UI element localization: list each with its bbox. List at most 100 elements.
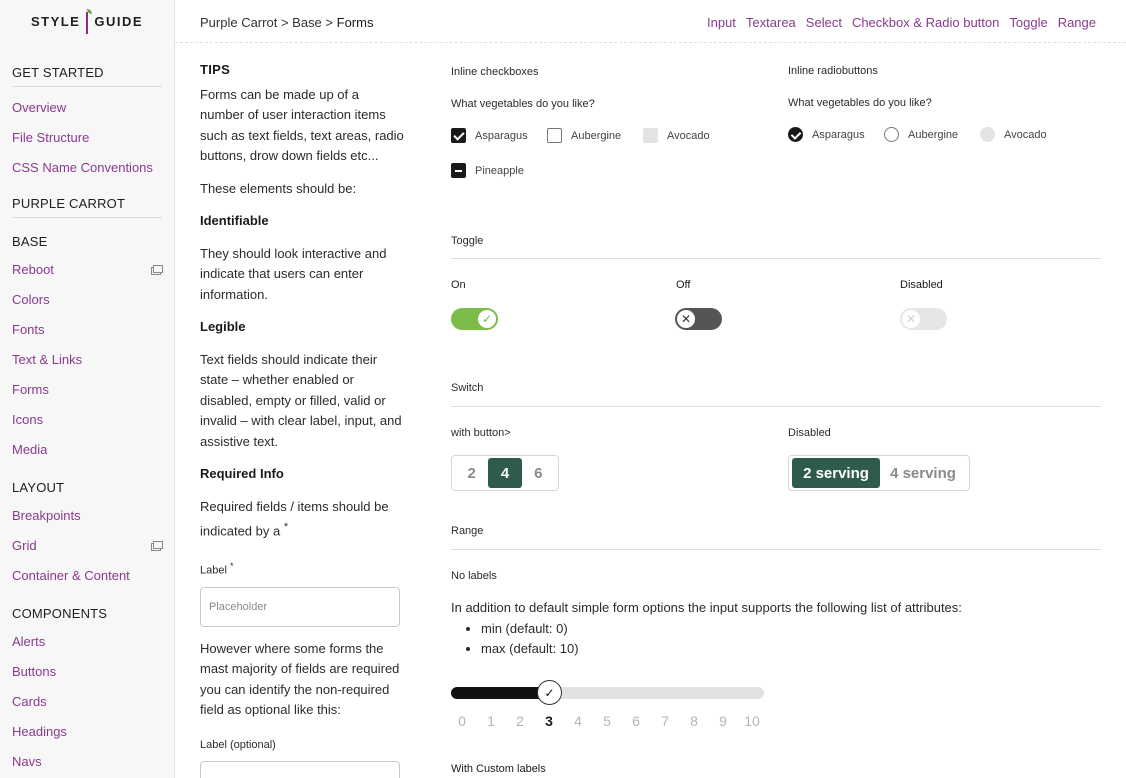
checkbox-disabled-icon xyxy=(643,128,658,143)
switch-with-button-label: with button> xyxy=(451,427,511,439)
switch-serving-disabled: 2 serving 4 serving xyxy=(788,455,970,491)
toggle-title: Toggle xyxy=(451,235,484,247)
sidebar-item-css-name-conventions[interactable]: CSS Name Conventions xyxy=(12,160,162,175)
range-custom-labels: With Custom labels xyxy=(451,763,546,775)
radios-question: What vegetables do you like? xyxy=(788,97,932,109)
switch-option-4[interactable]: 4 xyxy=(488,458,522,488)
range-thumb[interactable]: ✓ xyxy=(537,680,562,705)
range-tick-label: 4 xyxy=(574,713,582,729)
link-toggle[interactable]: Toggle xyxy=(1009,15,1047,30)
switch-option-6[interactable]: 6 xyxy=(522,458,555,488)
toggle-off-label: Off xyxy=(676,279,691,291)
sidebar-item-grid[interactable]: Grid xyxy=(12,538,163,553)
switch-option-2[interactable]: 2 xyxy=(455,458,488,488)
range-fill xyxy=(451,687,549,699)
tips-intro: Forms can be made up of a number of user… xyxy=(200,86,404,164)
tips-should-be: These elements should be: xyxy=(200,180,357,196)
range-tick-label: 5 xyxy=(603,713,611,729)
close-icon: ✕ xyxy=(902,310,920,328)
switch-numbers: 2 4 6 xyxy=(451,455,559,491)
link-textarea[interactable]: Textarea xyxy=(746,15,796,30)
text-input-optional[interactable] xyxy=(200,761,400,778)
range-title: Range xyxy=(451,525,484,537)
tips-title: TIPS xyxy=(200,62,231,77)
link-checkbox-radio[interactable]: Checkbox & Radio button xyxy=(852,15,999,30)
breadcrumb-separator: > xyxy=(325,15,334,30)
sidebar-item-overview[interactable]: Overview xyxy=(12,100,162,115)
sidebar-item-container-content[interactable]: Container & Content xyxy=(12,568,162,583)
sidebar-item-text-links[interactable]: Text & Links xyxy=(12,352,162,367)
range-tick-label: 3 xyxy=(545,713,553,729)
sidebar-item-headings[interactable]: Headings xyxy=(12,724,162,739)
checkbox-aubergine[interactable]: Aubergine xyxy=(547,128,621,143)
sidebar-item-media[interactable]: Media xyxy=(12,442,162,457)
carrot-icon xyxy=(86,8,93,34)
link-select[interactable]: Select xyxy=(806,15,842,30)
label-optional: Label (optional) xyxy=(200,738,276,751)
toggle-disabled-label: Disabled xyxy=(900,279,943,291)
logo[interactable]: STYLE GUIDE xyxy=(0,0,174,43)
sidebar-item-alerts[interactable]: Alerts xyxy=(12,634,162,649)
switch-disabled-label: Disabled xyxy=(788,427,831,439)
radios-title: Inline radiobuttons xyxy=(788,65,878,77)
toggle-on-label: On xyxy=(451,279,466,291)
sidebar-item-navs[interactable]: Navs xyxy=(12,754,162,769)
range-tick-label: 6 xyxy=(632,713,640,729)
breadcrumb: Purple Carrot > Base > Forms xyxy=(200,15,373,30)
range-tick-label: 7 xyxy=(661,713,669,729)
sidebar-item-icons[interactable]: Icons xyxy=(12,412,162,427)
range-tick-label: 2 xyxy=(516,713,524,729)
sidebar-item-colors[interactable]: Colors xyxy=(12,292,162,307)
range-attr-max: max (default: 10) xyxy=(481,639,1101,660)
sidebar-item-fonts[interactable]: Fonts xyxy=(12,322,162,337)
tips-required-heading: Required Info xyxy=(200,466,284,481)
checkboxes-question: What vegetables do you like? xyxy=(451,98,595,110)
section-layout: LAYOUT xyxy=(12,480,65,495)
toggle-off[interactable]: ✕ xyxy=(675,308,722,330)
checkbox-checked-icon xyxy=(451,128,466,143)
toggle-on[interactable]: ✓ xyxy=(451,308,498,330)
check-icon: ✓ xyxy=(478,310,496,328)
sidebar-item-buttons[interactable]: Buttons xyxy=(12,664,162,679)
logo-right: GUIDE xyxy=(94,14,144,29)
sidebar-item-cards[interactable]: Cards xyxy=(12,694,162,709)
radio-disabled-icon xyxy=(980,127,995,142)
range-no-labels: No labels xyxy=(451,570,497,582)
tips-legible-heading: Legible xyxy=(200,319,246,334)
divider xyxy=(451,406,1101,407)
radio-aubergine[interactable]: Aubergine xyxy=(884,127,958,142)
radio-checked-icon xyxy=(788,127,803,142)
radio-asparagus[interactable]: Asparagus xyxy=(788,127,865,142)
section-components: COMPONENTS xyxy=(12,606,108,621)
tips-identifiable-heading: Identifiable xyxy=(200,213,269,228)
breadcrumb-separator: > xyxy=(280,15,289,30)
breadcrumb-purple-carrot[interactable]: Purple Carrot xyxy=(200,15,277,30)
sidebar-item-reboot[interactable]: Reboot xyxy=(12,262,163,277)
section-get-started: GET STARTED xyxy=(12,65,162,87)
link-range[interactable]: Range xyxy=(1058,15,1096,30)
range-desc-text: In addition to default simple form optio… xyxy=(451,600,962,615)
checkbox-asparagus[interactable]: Asparagus xyxy=(451,128,528,143)
close-icon: ✕ xyxy=(677,310,695,328)
radio-empty-icon xyxy=(884,127,899,142)
side-nav: GET STARTED Overview File Structure CSS … xyxy=(0,65,174,769)
tips-required-text: Required fields / items should be indica… xyxy=(200,498,389,539)
range-tick-label: 10 xyxy=(744,713,760,729)
checkbox-avocado: Avocado xyxy=(643,128,710,143)
switch-title: Switch xyxy=(451,382,484,394)
text-input-placeholder[interactable]: Placeholder xyxy=(200,586,400,627)
switch-option-2-serving: 2 serving xyxy=(792,458,880,488)
toggle-disabled: ✕ xyxy=(900,308,947,330)
sidebar-item-file-structure[interactable]: File Structure xyxy=(12,130,162,145)
range-description: In addition to default simple form optio… xyxy=(451,598,1101,660)
breadcrumb-base[interactable]: Base xyxy=(292,15,322,30)
range-tick-label: 9 xyxy=(719,713,727,729)
link-input[interactable]: Input xyxy=(707,15,736,30)
tips-identifiable-text: They should look interactive and indicat… xyxy=(200,245,387,302)
top-header: Purple Carrot > Base > Forms Input Texta… xyxy=(175,0,1126,43)
checkbox-empty-icon xyxy=(547,128,562,143)
range-attr-list: min (default: 0) max (default: 10) xyxy=(451,619,1101,660)
checkbox-pineapple[interactable]: Pineapple xyxy=(451,163,524,178)
sidebar-item-breakpoints[interactable]: Breakpoints xyxy=(12,508,162,523)
sidebar-item-forms[interactable]: Forms xyxy=(12,382,162,397)
